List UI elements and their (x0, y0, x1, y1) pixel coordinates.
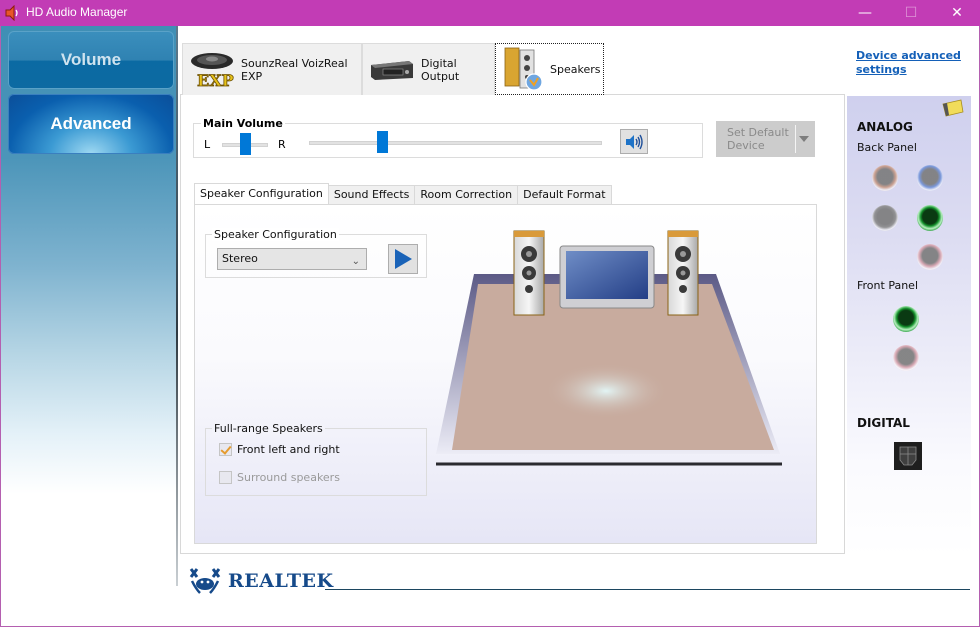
tab-speaker-configuration[interactable]: Speaker Configuration (194, 183, 329, 205)
minimize-icon: — (858, 5, 872, 21)
volume-slider-thumb[interactable] (377, 131, 389, 153)
device-tab-speakers[interactable]: Speakers (495, 43, 604, 95)
right-speaker-icon (667, 230, 699, 316)
set-default-device-button[interactable]: Set Default Device (716, 121, 815, 157)
jack-gray[interactable] (872, 205, 898, 231)
set-default-line2: Device (727, 139, 765, 152)
svg-text:EXP: EXP (197, 71, 234, 90)
device-tab-label: SounzReal VoizReal EXP (241, 56, 348, 83)
speaker-room-illustration (436, 230, 782, 466)
realtek-logo: REALTEK (188, 567, 333, 595)
balance-left-label: L (204, 138, 211, 151)
chevron-down-icon[interactable] (799, 136, 809, 142)
tv-icon (559, 245, 655, 309)
exp-speaker-icon: EXP (191, 52, 234, 90)
device-tab-digital-output[interactable]: Digital Output (362, 43, 495, 95)
analog-title: ANALOG (857, 120, 913, 134)
left-speaker-icon (513, 230, 545, 316)
digital-output-device-icon (371, 60, 413, 80)
play-icon (395, 249, 412, 269)
digital-port-icon[interactable] (894, 442, 922, 470)
link-text-line2: settings (856, 63, 907, 76)
footer-divider (325, 589, 970, 590)
checkbox-label: Front left and right (237, 443, 340, 456)
speaker-configuration-group: Speaker Configuration Stereo ⌄ (205, 228, 427, 278)
main-volume-group: Main Volume L R (193, 117, 703, 158)
minimize-button[interactable]: — (842, 0, 888, 26)
surround-speakers-option: Surround speakers (219, 471, 340, 484)
full-range-speakers-label: Full-range Speakers (212, 422, 325, 435)
settings-tabs: Speaker Configuration Sound Effects Room… (194, 183, 612, 205)
jack-green[interactable] (917, 205, 943, 231)
jack-pink[interactable] (917, 244, 943, 270)
sidebar-item-label: Volume (60, 50, 122, 69)
maximize-button[interactable]: ☐ (888, 0, 934, 26)
jack-green[interactable] (893, 306, 919, 332)
window-title: HD Audio Manager (26, 5, 128, 19)
tab-sound-effects[interactable]: Sound Effects (328, 185, 416, 205)
digital-title: DIGITAL (857, 416, 910, 430)
speaker-configuration-select[interactable]: Stereo ⌄ (217, 248, 367, 270)
main-volume-label: Main Volume (201, 117, 285, 130)
realtek-brand-text: REALTEK (228, 570, 334, 592)
play-test-button[interactable] (388, 244, 418, 274)
speaker-configuration-label: Speaker Configuration (212, 228, 339, 241)
maximize-icon: ☐ (904, 5, 918, 21)
realtek-crab-icon (189, 568, 221, 594)
sidebar-item-advanced[interactable]: Advanced (8, 94, 174, 154)
front-left-right-option[interactable]: Front left and right (219, 443, 340, 456)
device-tab-label: Digital Output (421, 56, 460, 83)
sidebar-item-label: Advanced (50, 114, 132, 133)
sidebar-item-volume[interactable]: Volume (8, 31, 174, 89)
close-icon: ✕ (951, 5, 963, 21)
tab-room-correction[interactable]: Room Correction (415, 185, 519, 205)
chevron-down-icon: ⌄ (351, 256, 360, 267)
full-range-speakers-group: Full-range Speakers Front left and right… (205, 422, 427, 496)
front-left-right-checkbox[interactable] (219, 443, 232, 456)
back-panel-label: Back Panel (857, 141, 917, 154)
speaker-volume-icon (626, 134, 643, 149)
device-tabs: EXP SounzReal VoizReal EXP Digital Outpu… (182, 43, 604, 95)
speaker-app-icon (5, 5, 18, 21)
balance-right-label: R (278, 138, 286, 151)
selected-value: Stereo (222, 252, 258, 265)
floor-light (544, 363, 668, 419)
close-button[interactable]: ✕ (934, 0, 980, 26)
jack-blue[interactable] (917, 165, 943, 191)
speakers-icon (504, 47, 543, 91)
volume-slider-track[interactable] (309, 141, 602, 145)
set-default-line1: Set Default (727, 126, 789, 139)
folder-icon[interactable] (941, 98, 965, 118)
device-tab-sounzreal[interactable]: EXP SounzReal VoizReal EXP (182, 43, 362, 95)
jack-orange[interactable] (872, 165, 898, 191)
title-bar: HD Audio Manager — ☐ ✕ (0, 0, 980, 26)
front-panel-label: Front Panel (857, 279, 918, 292)
balance-slider-thumb[interactable] (240, 133, 251, 155)
split-divider (795, 125, 796, 153)
jack-pink[interactable] (893, 345, 919, 371)
connector-panel: ANALOG Back Panel Front Panel DIGITAL (847, 96, 971, 556)
link-text-line1: Device advanced (856, 49, 961, 62)
sidebar: Volume Advanced (1, 26, 178, 626)
device-advanced-settings-link[interactable]: Device advanced settings (856, 49, 961, 77)
mute-button[interactable] (620, 129, 648, 154)
device-tab-label: Speakers (550, 62, 601, 76)
tab-default-format[interactable]: Default Format (518, 185, 612, 205)
surround-speakers-checkbox (219, 471, 232, 484)
checkbox-label: Surround speakers (237, 471, 340, 484)
